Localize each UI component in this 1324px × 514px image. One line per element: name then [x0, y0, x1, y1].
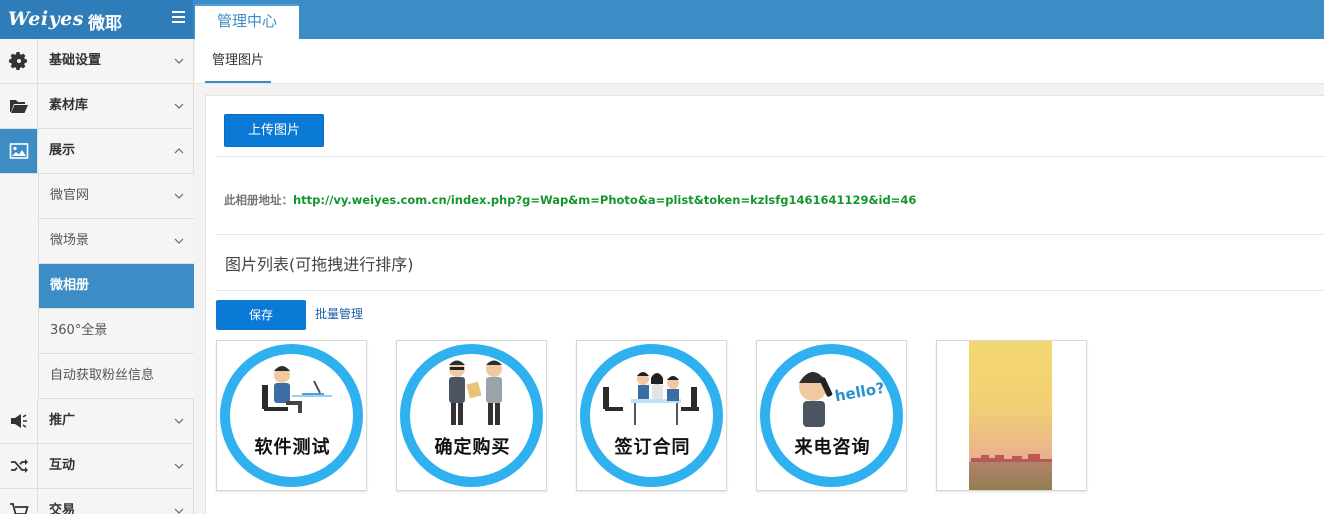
sidebar-item-display[interactable]: 展示 [0, 129, 194, 174]
sidebar-subitem-label: 360°全景 [50, 323, 108, 338]
megaphone-icon [0, 399, 38, 443]
sidebar-item-materials[interactable]: 素材库 [0, 84, 194, 129]
sidebar-subitem-label: 微场景 [50, 233, 90, 248]
sidebar-subitem-label: 微相册 [50, 278, 90, 293]
sidebar-item-label: 素材库 [49, 98, 89, 113]
chevron-down-icon [174, 463, 184, 469]
chevron-down-icon [174, 508, 184, 514]
sidebar: 基础设置 素材库 展示 微官网 微场景 微相册 360°全景 自动获取粉丝信息 [0, 39, 194, 514]
sidebar-item-label: 基础设置 [49, 53, 102, 68]
landscape-ground [969, 462, 1052, 490]
landscape-photo [969, 341, 1052, 490]
save-button[interactable]: 保存 [216, 300, 306, 330]
handshake-illustration [449, 360, 502, 425]
chevron-down-icon [174, 193, 184, 199]
phone-call-illustration: hello? [799, 372, 884, 427]
thumbnail-caption: 确定购买 [434, 437, 511, 458]
thumbnail-caption: 软件测试 [254, 437, 331, 458]
image-thumbnail[interactable]: hello? 来电咨询 [756, 340, 907, 491]
batch-manage-link[interactable]: 批量管理 [315, 305, 363, 322]
sidebar-item-label: 互动 [49, 458, 76, 473]
menu-toggle-icon[interactable] [172, 11, 185, 23]
divider [216, 290, 1324, 291]
sidebar-item-label: 交易 [49, 503, 76, 514]
chevron-down-icon [174, 103, 184, 109]
chevron-down-icon [174, 58, 184, 64]
tab-manage-images[interactable]: 管理图片 [205, 39, 271, 83]
cart-icon [0, 489, 38, 514]
sub-header: 管理图片 [195, 39, 1324, 84]
image-thumbnail[interactable] [936, 340, 1087, 491]
sidebar-item-basic-settings[interactable]: 基础设置 [0, 39, 194, 84]
hello-speech-text: hello? [833, 379, 884, 405]
image-thumbnail[interactable]: 确定购买 [396, 340, 547, 491]
sidebar-subitem-fan-info[interactable]: 自动获取粉丝信息 [38, 354, 194, 399]
gear-icon [0, 39, 38, 83]
meeting-illustration [603, 372, 699, 425]
sidebar-item-promotion[interactable]: 推广 [0, 399, 194, 444]
sidebar-subitem-label: 自动获取粉丝信息 [50, 368, 155, 383]
sidebar-item-label: 展示 [49, 143, 76, 158]
logo: Weiyes 微耶 [0, 0, 193, 39]
top-bar: Weiyes 微耶 管理中心 [0, 0, 1324, 39]
tab-admin-center[interactable]: 管理中心 [195, 4, 299, 39]
chevron-down-icon [174, 418, 184, 424]
sidebar-item-trade[interactable]: 交易 [0, 489, 194, 514]
sidebar-subitem-label: 微官网 [50, 188, 90, 203]
sidebar-item-label: 推广 [49, 413, 76, 428]
divider [216, 156, 1324, 157]
sidebar-subitem-panorama[interactable]: 360°全景 [38, 309, 194, 354]
sidebar-subitem-weixiangce[interactable]: 微相册 [38, 264, 194, 309]
shuffle-icon [0, 444, 38, 488]
folder-open-icon [0, 84, 38, 128]
sidebar-item-interaction[interactable]: 互动 [0, 444, 194, 489]
sidebar-subitem-weiguanwang[interactable]: 微官网 [38, 174, 194, 219]
logo-cn: 微耶 [88, 14, 122, 34]
upload-image-button[interactable]: 上传图片 [224, 114, 324, 147]
thumbnail-caption: 来电咨询 [794, 437, 871, 458]
image-list-title: 图片列表(可拖拽进行排序) [225, 255, 414, 274]
image-icon [0, 129, 38, 173]
divider [216, 234, 1324, 235]
thumbnail-caption: 签订合同 [614, 437, 691, 458]
sidebar-subitem-weichangjing[interactable]: 微场景 [38, 219, 194, 264]
image-thumbnail[interactable]: 软件测试 [216, 340, 367, 491]
image-thumbnail[interactable]: 签订合同 [576, 340, 727, 491]
album-address: 此相册地址：http://vy.weiyes.com.cn/index.php?… [224, 192, 916, 208]
chevron-down-icon [174, 238, 184, 244]
album-address-url[interactable]: http://vy.weiyes.com.cn/index.php?g=Wap&… [293, 193, 916, 207]
main-panel: 上传图片 此相册地址：http://vy.weiyes.com.cn/index… [205, 95, 1324, 514]
person-computer-illustration [262, 366, 332, 413]
album-address-label: 此相册地址： [224, 193, 293, 207]
logo-text: Weiyes [8, 8, 84, 30]
chevron-up-icon [174, 148, 184, 154]
